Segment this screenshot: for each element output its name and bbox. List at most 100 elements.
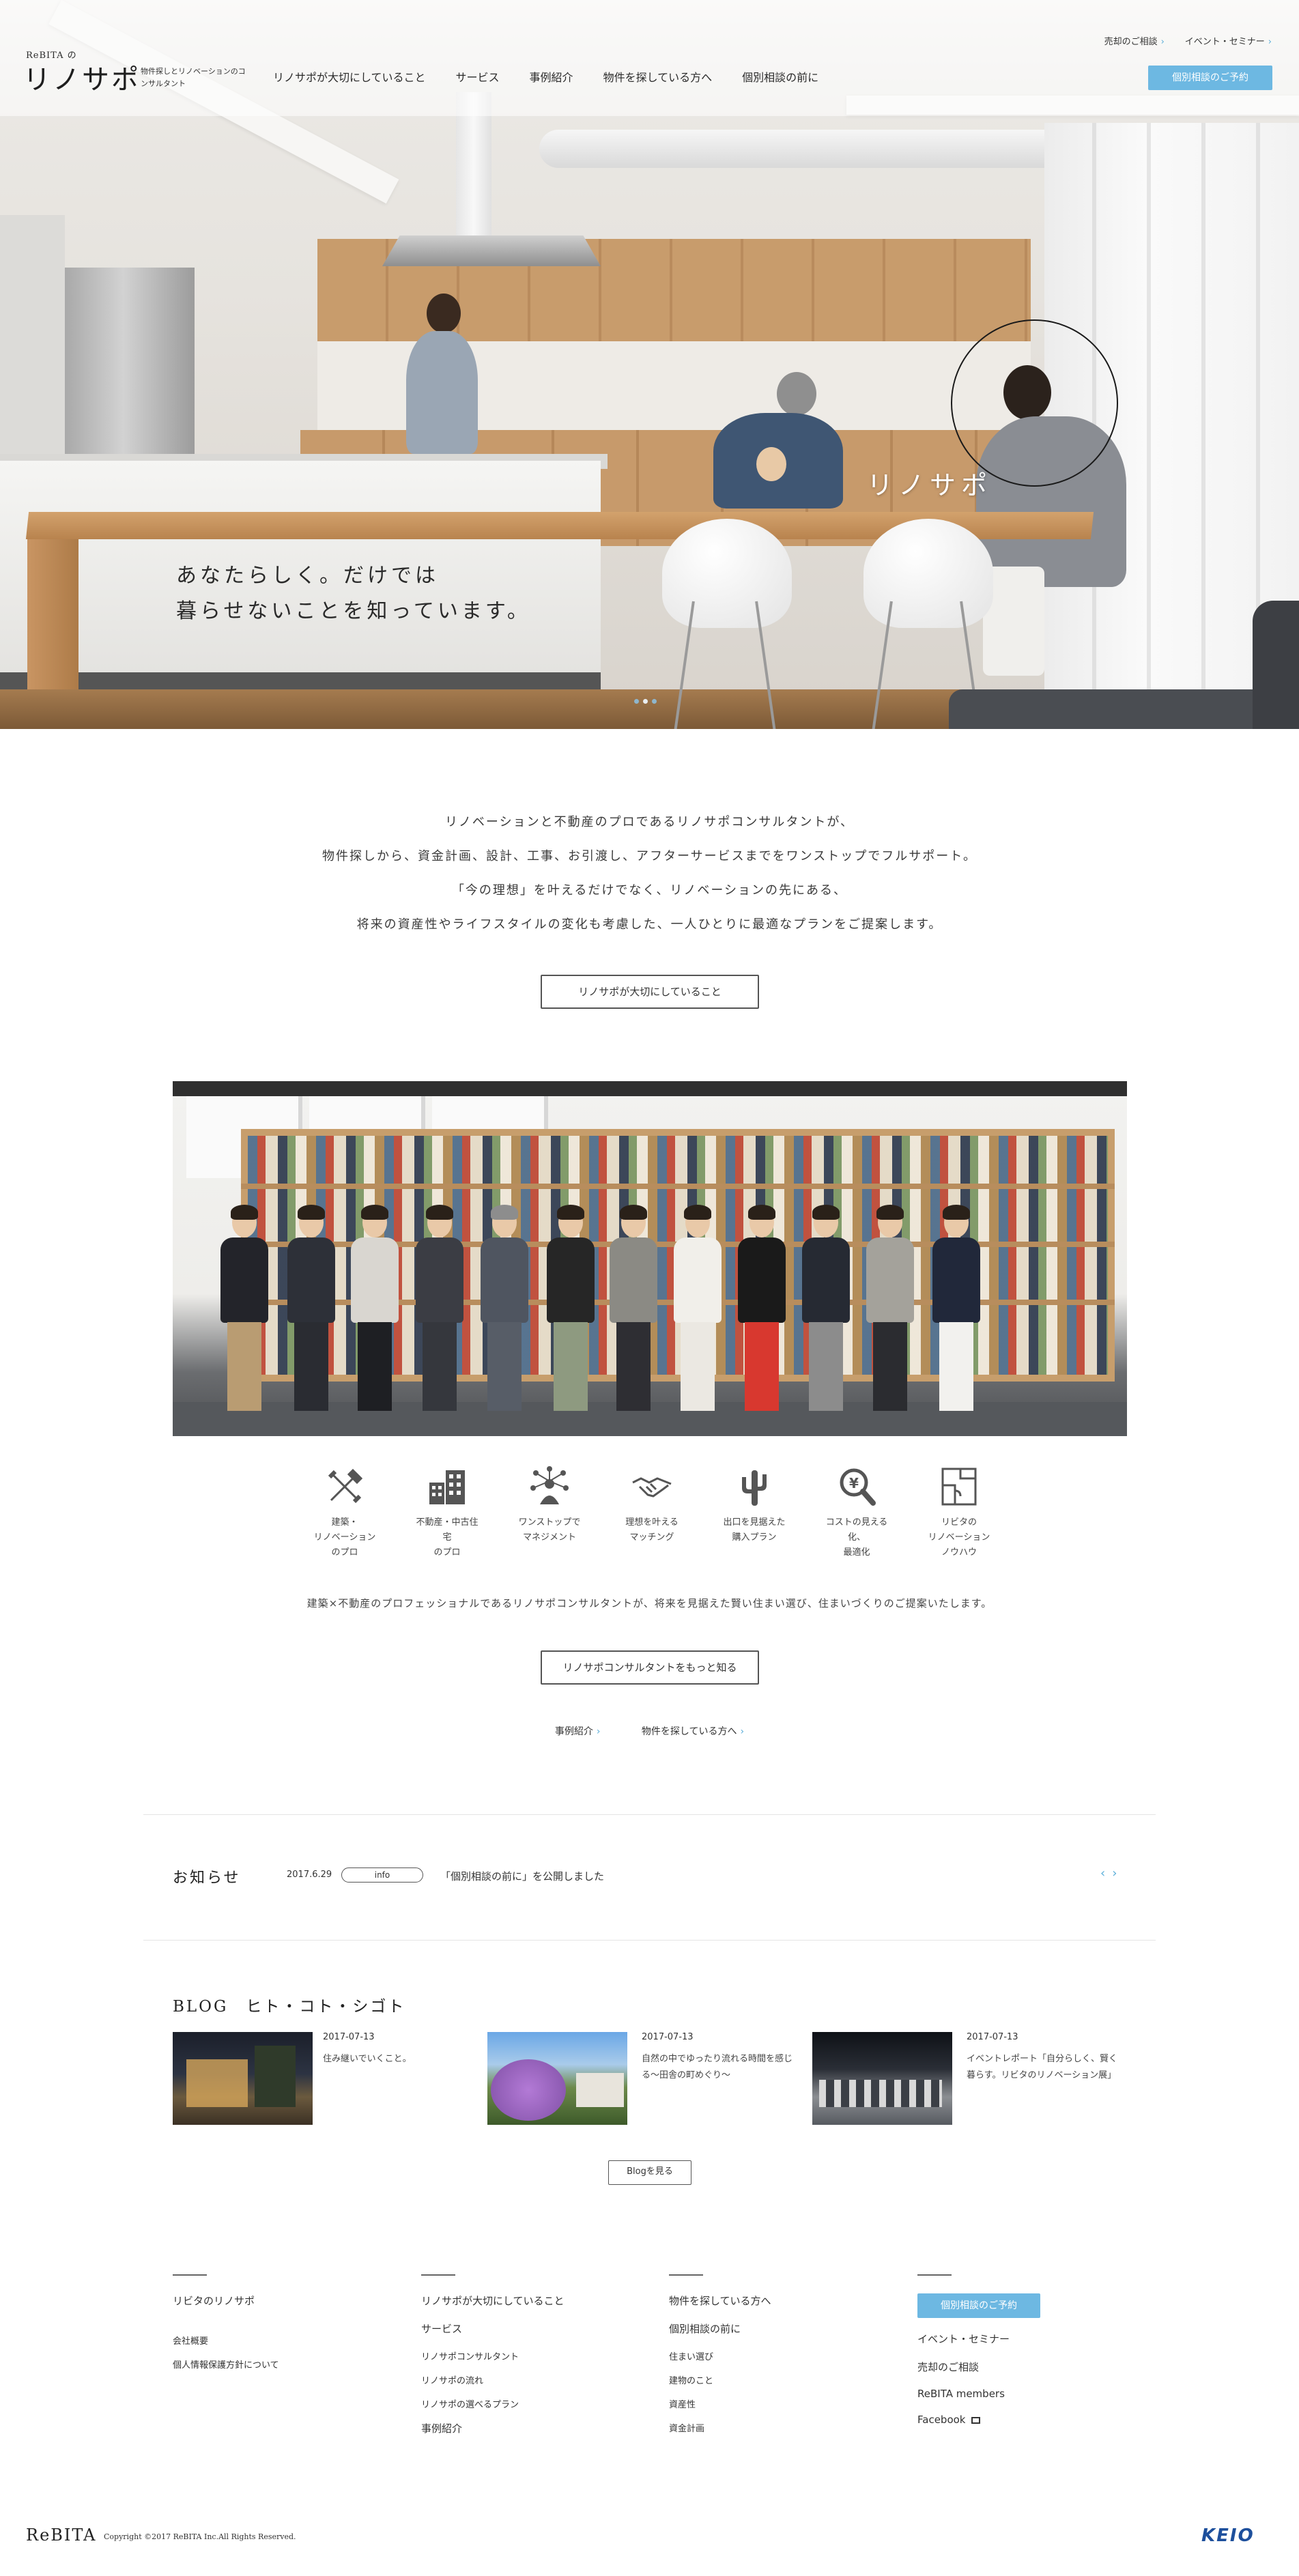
cactus-icon (742, 1470, 767, 1506)
chevron-left-icon[interactable]: ‹ (1100, 1866, 1112, 1880)
footer-link[interactable]: 物件を探している方へ (669, 2293, 771, 2308)
feature-label: 不動産・中古住宅 のプロ (416, 1517, 479, 1558)
feature-item: 理想を叶える マッチング (618, 1465, 686, 1560)
footer-link[interactable]: 売却のご相談 (917, 2360, 1040, 2374)
blog-more-button[interactable]: Blogを見る (608, 2160, 691, 2185)
thumb-crowd (819, 2080, 942, 2107)
hero-child-head (756, 447, 786, 481)
footer-col-bar (173, 2274, 207, 2276)
handshake-icon (632, 1477, 672, 1498)
feature-item: 出口を見据えた 購入プラン (720, 1465, 788, 1560)
hero-chair (863, 519, 993, 628)
nav-item-service[interactable]: サービス (456, 68, 500, 85)
footer-link[interactable]: サービス (421, 2321, 565, 2336)
site-logo[interactable]: リノサポ (23, 57, 141, 97)
footer-link[interactable]: 会社概要 (173, 2334, 279, 2347)
footer-link-label: Facebook (917, 2414, 966, 2426)
footer-link[interactable]: 資金計画 (669, 2421, 771, 2434)
footer-link[interactable]: イベント・セミナー (917, 2332, 1040, 2346)
news-heading: お知らせ (173, 1870, 241, 1887)
network-icon (530, 1466, 569, 1504)
staff-member (732, 1205, 791, 1412)
hero-copy: あなたらしく。だけでは 暮らせないことを知っています。 (176, 564, 531, 623)
news-pager: ‹› (1100, 1866, 1124, 1880)
feature-label: ワンストップで マネジメント (518, 1517, 581, 1543)
footer-link[interactable]: 事例紹介 (421, 2421, 565, 2435)
intro-line: リノベーションと不動産のプロであるリノサポコンサルタントが、 (444, 815, 855, 829)
consult-reserve-button[interactable]: 個別相談のご予約 (1148, 66, 1272, 90)
hero-range-hood (382, 235, 601, 266)
hero-sofa (949, 689, 1299, 729)
blog-date: 2017-07-13 (967, 2032, 1018, 2042)
sub-links: 事例紹介 › 物件を探している方へ › (0, 1724, 1299, 1738)
footer-link[interactable]: リビタのリノサポ (173, 2293, 279, 2308)
blog-thumbnail[interactable] (173, 2032, 313, 2125)
footer-link[interactable]: リノサポの選べるプラン (421, 2397, 565, 2410)
nav-item-property-search[interactable]: 物件を探している方へ (603, 68, 713, 85)
feature-label: 理想を叶える マッチング (625, 1517, 679, 1543)
blog-date: 2017-07-13 (642, 2032, 694, 2042)
feature-label: 建築・ リノベーション のプロ (313, 1517, 376, 1558)
copyright: Copyright ©2017 ReBITA Inc.All Rights Re… (104, 2532, 296, 2541)
footer-link[interactable]: 個別相談の前に (669, 2321, 771, 2336)
chevron-right-icon[interactable]: › (1112, 1866, 1124, 1880)
blog-thumbnail[interactable] (812, 2032, 952, 2125)
link-property-search[interactable]: 物件を探している方へ › (642, 1726, 744, 1737)
feature-label: 出口を見据えた 購入プラン (723, 1517, 786, 1543)
footer-link-facebook[interactable]: Facebook (917, 2414, 1040, 2426)
link-cases[interactable]: 事例紹介 › (555, 1726, 601, 1737)
intro-line: 将来の資産性やライフスタイルの変化も考慮した、一人ひとりに最適なプランをご提案し… (356, 917, 943, 932)
nav-item-before-consult[interactable]: 個別相談の前に (742, 68, 818, 85)
util-link-label: 売却のご相談 (1104, 37, 1158, 47)
feature-list: 建築・ リノベーション のプロ 不動産・中古住宅 のプロ ワンストップで マネジ… (311, 1465, 993, 1560)
building-icon (429, 1470, 465, 1504)
staff-member (861, 1205, 919, 1412)
team-photo-ceiling (173, 1081, 1127, 1096)
footer-link[interactable]: 建物のこと (669, 2373, 771, 2386)
slide-dot[interactable] (652, 699, 657, 704)
intro-line: 「今の理想」を叶えるだけでなく、リノベーションの先にある、 (451, 883, 848, 898)
nav-item-cases[interactable]: 事例紹介 (530, 68, 573, 85)
footer-link[interactable]: ReBITA members (917, 2388, 1040, 2400)
partner-logo[interactable]: KEIO (1201, 2525, 1255, 2546)
feature-label: リビタの リノベーション ノウハウ (928, 1517, 990, 1558)
blog-excerpt: 住み継いでいくこと。 (323, 2054, 412, 2064)
consultant-more-button[interactable]: リノサポコンサルタントをもっと知る (541, 1650, 759, 1685)
nav-item-values[interactable]: リノサポが大切にしていること (273, 68, 426, 85)
feature-item: リビタの リノベーション ノウハウ (925, 1465, 993, 1560)
values-button[interactable]: リノサポが大切にしていること (541, 975, 759, 1009)
news-item-link[interactable]: 「個別相談の前に」を公開しました (440, 1869, 604, 1883)
util-link-events[interactable]: イベント・セミナー › (1185, 34, 1272, 47)
footer-link[interactable]: 資産性 (669, 2397, 771, 2410)
slide-dot-active[interactable] (643, 699, 648, 704)
thumb-tree (255, 2046, 296, 2107)
blog-date: 2017-07-13 (323, 2032, 375, 2042)
staff-member (541, 1205, 600, 1412)
link-label: 物件を探している方へ (641, 1726, 737, 1737)
chevron-right-icon: › (1160, 37, 1165, 47)
staff-member (604, 1205, 663, 1412)
util-link-sale[interactable]: 売却のご相談 › (1104, 34, 1165, 47)
chevron-right-icon: › (596, 1726, 601, 1737)
footer-link[interactable]: リノサポが大切にしていること (421, 2293, 565, 2308)
chevron-right-icon: › (740, 1726, 745, 1737)
footer-link[interactable]: リノサポコンサルタント (421, 2349, 565, 2362)
intro-text: リノベーションと不動産のプロであるリノサポコンサルタントが、 物件探しから、資金… (0, 805, 1299, 942)
blog-thumbnail[interactable] (487, 2032, 627, 2125)
footer-logo[interactable]: ReBITA (26, 2525, 96, 2545)
footer-col-service: リノサポが大切にしていること サービス リノサポコンサルタント リノサポの流れ … (421, 2274, 565, 2449)
svg-text:¥: ¥ (849, 1475, 859, 1491)
hero-circle-graphic (951, 319, 1118, 487)
intro-line: 物件探しから、資金計画、設計、工事、お引渡し、アフターサービスまでをワンストップ… (322, 849, 977, 863)
thumb-house (186, 2059, 248, 2107)
footer-link[interactable]: 個人情報保護方針について (173, 2358, 279, 2371)
staff-member (927, 1205, 986, 1412)
footer-link[interactable]: 住まい選び (669, 2349, 771, 2362)
global-nav: リノサポが大切にしていること サービス 事例紹介 物件を探している方へ 個別相談… (273, 68, 848, 85)
feature-item: 不動産・中古住宅 のプロ (413, 1465, 481, 1560)
footer-consult-button[interactable]: 個別相談のご予約 (917, 2293, 1040, 2318)
staff-member (475, 1205, 534, 1412)
feature-item: ¥ コストの見える化、 最適化 (823, 1465, 891, 1560)
footer-link[interactable]: リノサポの流れ (421, 2373, 565, 2386)
slide-dot[interactable] (634, 699, 639, 704)
